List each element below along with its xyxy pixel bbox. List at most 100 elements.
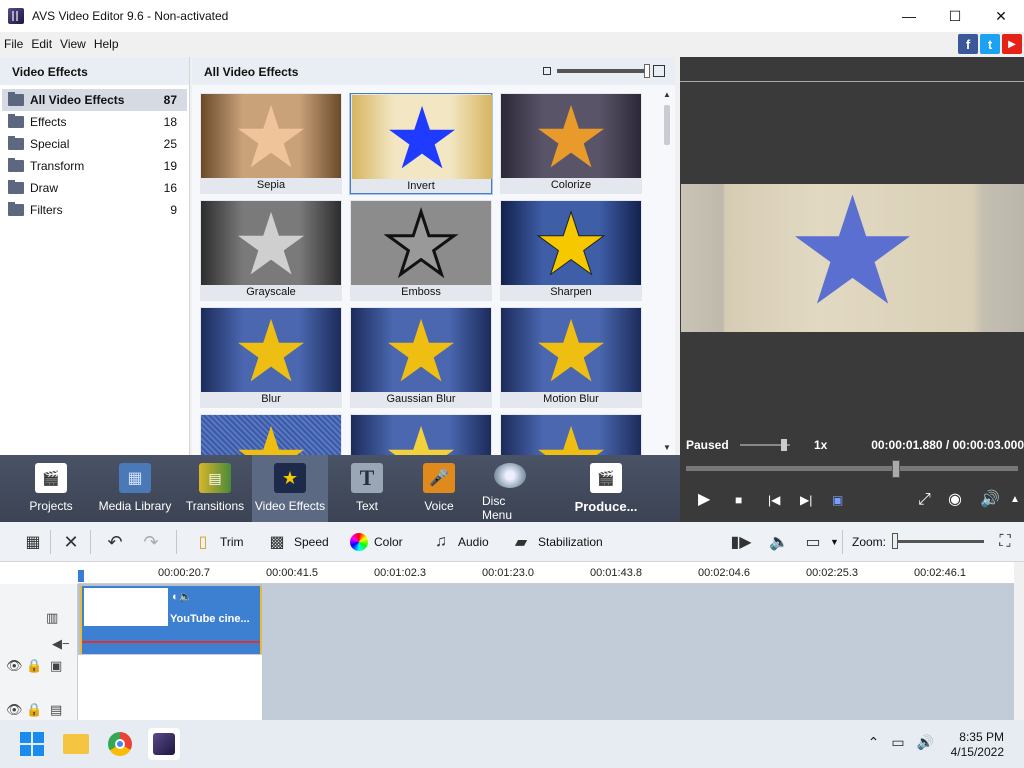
maximize-button[interactable]: ☐	[932, 0, 978, 32]
eye-icon[interactable]: 👁	[6, 702, 23, 718]
seek-thumb[interactable]	[892, 460, 900, 478]
minimize-button[interactable]: —	[886, 0, 932, 32]
scroll-up-arrow[interactable]: ▲	[662, 90, 672, 99]
category-transform[interactable]: Transform 19	[2, 155, 187, 177]
timeline-scrollbar[interactable]	[1014, 562, 1024, 720]
media-library-button[interactable]: ▦ Media Library	[98, 455, 172, 522]
transitions-button[interactable]: ▤ Transitions	[184, 455, 246, 522]
delete-button[interactable]: ✕	[60, 522, 88, 562]
effect-tile-invert[interactable]: ★ Invert	[349, 93, 493, 195]
display-mode-button[interactable]: ▭ ▼	[802, 522, 839, 562]
redo-button[interactable]: ↷	[140, 522, 168, 562]
avs-video-editor-taskbar-button[interactable]	[148, 728, 180, 760]
transitions-icon: ▤	[199, 463, 231, 493]
storyboard-toggle-button[interactable]: ▦	[22, 522, 50, 562]
projects-button[interactable]: 🎬 Projects	[18, 455, 84, 522]
video-clip[interactable]: ◐🔈 YouTube cine...	[80, 586, 262, 654]
disc-menu-button[interactable]: Disc Menu	[482, 455, 538, 522]
effect-tile-mosaic[interactable]: ★	[500, 414, 642, 455]
empty-track-zone[interactable]	[262, 584, 1014, 720]
voice-button[interactable]: 🎤 Voice	[418, 455, 460, 522]
effect-tile-sharpen[interactable]: ★ Sharpen	[500, 200, 642, 301]
previous-frame-icon[interactable]: |◀	[768, 490, 780, 510]
effect-tile-blur[interactable]: ★ Blur	[200, 307, 342, 408]
video-effects-button[interactable]: ★ Video Effects	[252, 455, 328, 522]
effect-tile-diffuse[interactable]: ★	[350, 414, 492, 455]
audio-button[interactable]: ♫ Audio	[430, 522, 489, 562]
volume-icon[interactable]: 🔊	[980, 490, 1000, 510]
zoom-slider[interactable]	[892, 540, 984, 543]
next-frame-icon[interactable]: ▶|	[800, 490, 812, 510]
effect-tile-sepia[interactable]: ★ Sepia	[200, 93, 342, 194]
youtube-icon[interactable]: ▶	[1002, 34, 1022, 54]
category-all-video-effects[interactable]: All Video Effects 87	[2, 89, 187, 111]
text-button[interactable]: T Text	[346, 455, 388, 522]
category-effects[interactable]: Effects 18	[2, 111, 187, 133]
effect-label: Invert	[407, 180, 435, 192]
timeline-ruler[interactable]: 00:00:20.7 00:00:41.5 00:01:02.3 00:01:2…	[78, 562, 1014, 584]
chevron-up-icon[interactable]: ⌃	[868, 734, 880, 751]
color-button[interactable]: Color	[350, 522, 403, 562]
undo-button[interactable]: ↶	[104, 522, 132, 562]
category-draw[interactable]: Draw 16	[2, 177, 187, 199]
speed-slider-thumb[interactable]	[781, 439, 787, 451]
fit-timeline-button[interactable]: ⛶	[994, 522, 1022, 562]
network-icon[interactable]: ▭	[891, 734, 904, 751]
seek-bar[interactable]	[686, 466, 1018, 471]
separator	[90, 530, 91, 554]
facebook-icon[interactable]: f	[958, 34, 978, 54]
menu-view[interactable]: View	[56, 37, 90, 51]
menu-file[interactable]: File	[0, 37, 27, 51]
audio-mixer-button[interactable]: 🔈	[768, 522, 796, 562]
playhead[interactable]	[78, 570, 84, 582]
produce-button[interactable]: 🎬 Produce...	[570, 455, 642, 522]
effect-tile-motion-blur[interactable]: ★ Motion Blur	[500, 307, 642, 408]
split-button[interactable]: ▮▶	[730, 522, 758, 562]
twitter-icon[interactable]: t	[980, 34, 1000, 54]
chrome-button[interactable]	[104, 728, 136, 760]
file-explorer-button[interactable]	[60, 728, 92, 760]
category-special[interactable]: Special 25	[2, 133, 187, 155]
expand-icon[interactable]: ⤢	[918, 490, 931, 510]
text-label: Text	[355, 499, 378, 513]
volume-menu-arrow[interactable]: ▲	[1010, 490, 1020, 510]
system-clock[interactable]: 8:35 PM 4/15/2022	[951, 730, 1004, 760]
play-icon[interactable]: ▶	[698, 490, 710, 510]
small-thumb-icon[interactable]	[543, 67, 551, 75]
snapshot-icon[interactable]: ◉	[948, 490, 962, 510]
speaker-icon[interactable]: 🔊	[917, 734, 934, 751]
effect-tile-grayscale[interactable]: ★ Grayscale	[200, 200, 342, 301]
category-filters[interactable]: Filters 9	[2, 199, 187, 221]
eye-icon[interactable]: 👁	[6, 658, 23, 674]
effect-label: Motion Blur	[543, 393, 599, 405]
dropdown-arrow-icon[interactable]: ▼	[830, 537, 839, 547]
audio-waveform[interactable]	[82, 632, 260, 652]
category-count: 18	[163, 115, 177, 129]
fullscreen-preview-icon[interactable]: ▣	[832, 490, 843, 510]
speed-button[interactable]: ▩ Speed	[266, 522, 328, 562]
zoom-slider-thumb[interactable]	[892, 533, 898, 549]
effect-tile-colorize[interactable]: ★ Colorize	[500, 93, 642, 194]
scroll-thumb[interactable]	[664, 105, 670, 145]
large-thumb-icon[interactable]	[653, 65, 665, 77]
trim-button[interactable]: ▯ Trim	[192, 522, 244, 562]
stabilization-button[interactable]: ▰ Stabilization	[510, 522, 603, 562]
thumbnail-size-control[interactable]	[543, 64, 665, 78]
music-note-icon: ♫	[435, 533, 447, 550]
close-button[interactable]: ✕	[978, 0, 1024, 32]
lock-icon[interactable]: 🔒	[26, 658, 42, 674]
effects-track[interactable]	[78, 654, 262, 720]
effect-tile-gaussian-blur[interactable]: ★ Gaussian Blur	[350, 307, 492, 408]
gallery-scrollbar[interactable]: ▲ ▼	[662, 90, 672, 452]
thumbnail-size-slider[interactable]	[557, 64, 650, 78]
start-button[interactable]	[16, 728, 48, 760]
menu-edit[interactable]: Edit	[27, 37, 56, 51]
stop-icon[interactable]: ■	[735, 490, 742, 510]
menu-help[interactable]: Help	[90, 37, 123, 51]
effect-tile-emboss[interactable]: ★ Emboss	[350, 200, 492, 301]
audio-mute-icon[interactable]: ◀−	[52, 636, 70, 652]
color-wheel-icon	[350, 533, 368, 551]
effect-tile-noise[interactable]: ★	[200, 414, 342, 455]
scroll-down-arrow[interactable]: ▼	[662, 443, 672, 452]
lock-icon[interactable]: 🔒	[26, 702, 42, 718]
